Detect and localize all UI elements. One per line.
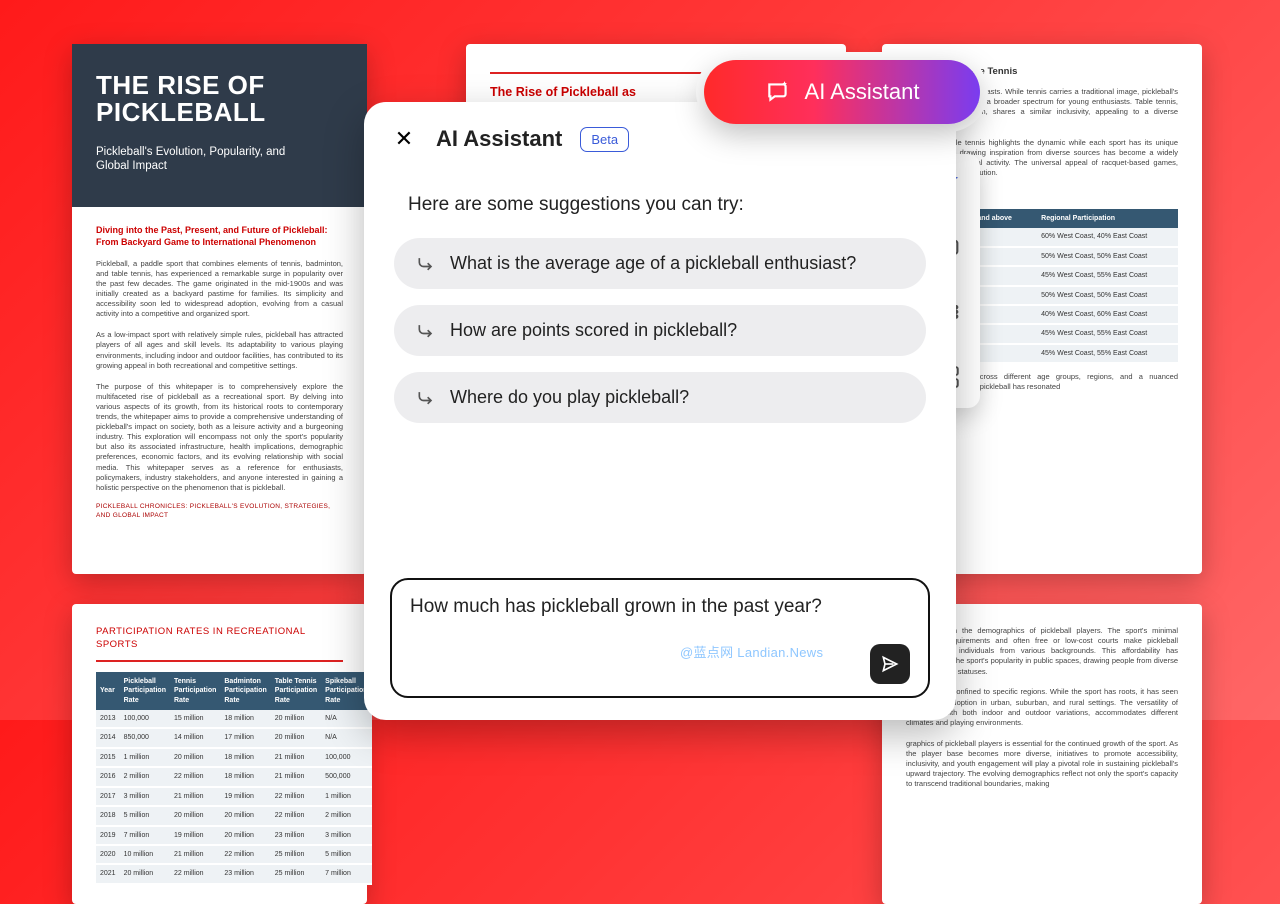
suggestion-text: What is the average age of a pickleball … — [450, 253, 856, 274]
doc-subtitle: Pickleball's Evolution, Popularity, and … — [96, 145, 286, 174]
ai-assistant-panel: ✕ AI Assistant Beta Here are some sugges… — [364, 102, 956, 720]
suggestion-chip[interactable]: Where do you play pickleball? — [394, 372, 926, 423]
doc-section-title: PARTICIPATION RATES IN RECREATIONAL SPOR… — [96, 626, 343, 652]
doc-heading: Diving into the Past, Present, and Futur… — [96, 225, 343, 248]
reply-arrow-icon — [416, 254, 436, 274]
prompt-input-container: How much has pickleball grown in the pas… — [390, 578, 930, 698]
send-button[interactable] — [870, 644, 910, 684]
watermark: @蓝点网 Landian.News — [680, 642, 823, 661]
suggestions-intro: Here are some suggestions you can try: — [408, 194, 930, 216]
doc-paragraph: As a low-impact sport with relatively si… — [96, 330, 343, 371]
rates-table: YearPickleball Participation RateTennis … — [96, 672, 372, 885]
beta-badge: Beta — [580, 127, 629, 152]
doc-paragraph: The purpose of this whitepaper is to com… — [96, 382, 343, 493]
close-icon[interactable]: ✕ — [390, 126, 418, 152]
prompt-input[interactable]: How much has pickleball grown in the pas… — [410, 596, 910, 624]
doc-paragraph: graphics of pickleball players is essent… — [906, 739, 1178, 790]
document-page-rates: PARTICIPATION RATES IN RECREATIONAL SPOR… — [72, 604, 367, 904]
chat-sparkle-icon — [765, 79, 791, 105]
suggestion-text: How are points scored in pickleball? — [450, 320, 737, 341]
panel-title: AI Assistant — [436, 126, 562, 152]
document-page-cover: THE RISE OF PICKLEBALL Pickleball's Evol… — [72, 44, 367, 574]
doc-title: THE RISE OF PICKLEBALL — [96, 72, 343, 127]
suggestion-text: Where do you play pickleball? — [450, 387, 689, 408]
reply-arrow-icon — [416, 388, 436, 408]
suggestion-chip[interactable]: How are points scored in pickleball? — [394, 305, 926, 356]
suggestion-chip[interactable]: What is the average age of a pickleball … — [394, 238, 926, 289]
ai-assistant-button-label: AI Assistant — [805, 79, 920, 105]
ai-assistant-button[interactable]: AI Assistant — [704, 60, 980, 124]
doc-footer: PICKLEBALL CHRONICLES: PICKLEBALL'S EVOL… — [96, 503, 343, 521]
reply-arrow-icon — [416, 321, 436, 341]
doc-paragraph: Pickleball, a paddle sport that combines… — [96, 259, 343, 320]
